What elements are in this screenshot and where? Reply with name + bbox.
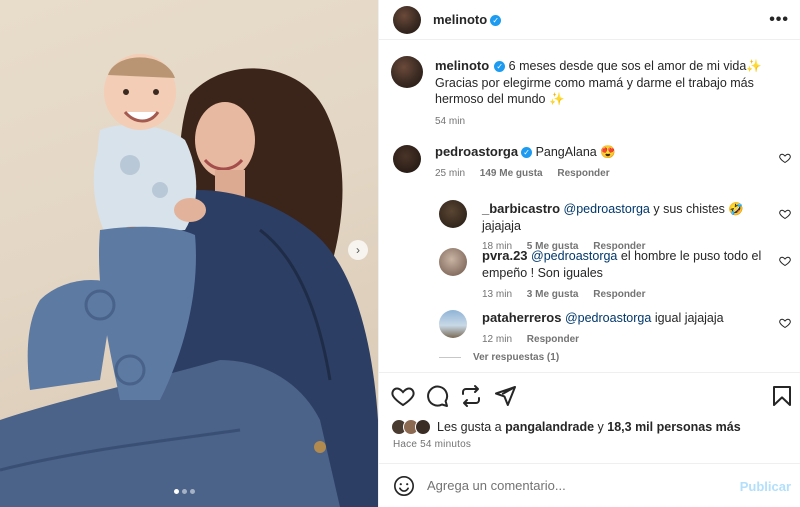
carousel-dot	[190, 489, 195, 494]
reply-avatar[interactable]	[439, 200, 467, 228]
like-comment-heart-icon[interactable]	[779, 255, 791, 267]
verified-icon: ✓	[521, 147, 533, 159]
comment-text: PangAlana	[535, 145, 597, 159]
reply-avatar[interactable]	[439, 310, 467, 338]
caption-text-1: 6 meses desde que sos el amor de mi vida	[508, 59, 747, 73]
replies-divider	[439, 357, 461, 358]
verified-icon: ✓	[490, 15, 502, 27]
like-comment-heart-icon[interactable]	[779, 317, 791, 329]
likes-summary[interactable]: Les gusta a pangalandrade y 18,3 mil per…	[391, 418, 741, 436]
reply-username[interactable]: pataherreros	[482, 310, 561, 325]
view-replies-label: Ver respuestas (1)	[473, 352, 560, 363]
comment-username[interactable]: pedroastorga	[435, 144, 518, 159]
post-timestamp: Hace 54 minutos	[393, 439, 472, 450]
reply-button[interactable]: Responder	[593, 289, 645, 300]
comment-likes[interactable]: 149 Me gusta	[480, 168, 543, 179]
comment-icon[interactable]	[425, 384, 449, 408]
liker-avatars	[391, 418, 435, 436]
reply-time: 12 min	[482, 333, 513, 345]
reply-username[interactable]: _barbicastro	[482, 201, 560, 216]
liker-avatar	[415, 419, 431, 435]
heart-eyes-emoji: 😍	[600, 145, 616, 159]
post-detail-panel: melinoto ✓ ••• melinoto ✓ 6 meses desde qu…	[378, 0, 800, 507]
reply-item: pvra.23 @pedroastorga el hombre le puso …	[482, 248, 767, 304]
heart-icon[interactable]	[391, 384, 415, 408]
reply-time: 13 min	[482, 289, 513, 300]
sparkle-icon: ✨	[746, 59, 762, 73]
caption-time: 54 min	[435, 115, 466, 127]
reply-button[interactable]: Responder	[527, 334, 579, 345]
send-icon[interactable]	[493, 384, 517, 408]
reply-username[interactable]: pvra.23	[482, 248, 528, 263]
liker-username[interactable]: pangalandrade	[505, 420, 594, 434]
author-username[interactable]: melinoto	[433, 12, 487, 27]
author-avatar[interactable]	[393, 6, 421, 34]
comment-item: pedroastorga ✓ PangAlana 😍 25 min 149 Me …	[435, 144, 775, 182]
like-comment-heart-icon[interactable]	[779, 208, 791, 220]
reply-text: igual jajajaja	[654, 311, 724, 325]
like-comment-heart-icon[interactable]	[779, 152, 791, 164]
carousel-dot	[174, 489, 179, 494]
carousel-indicator	[174, 489, 195, 494]
likes-joiner: y	[597, 420, 604, 434]
reply-text: y sus chistes	[653, 202, 725, 216]
caption-author-avatar[interactable]	[391, 56, 423, 88]
likes-prefix: Les gusta a	[437, 420, 502, 434]
carousel-dot	[182, 489, 187, 494]
sparkle-icon: ✨	[548, 92, 565, 106]
chevron-right-icon: ›	[356, 243, 360, 257]
post-photo[interactable]: ›	[0, 0, 378, 507]
laughing-emoji: 🤣	[728, 202, 744, 216]
reply-item: pataherreros @pedroastorga igual jajajaj…	[482, 310, 782, 348]
post-header: melinoto ✓ •••	[379, 0, 800, 40]
caption-username[interactable]: melinoto	[435, 58, 489, 73]
likes-others[interactable]: 18,3 mil personas más	[607, 420, 740, 434]
reply-likes[interactable]: 3 Me gusta	[527, 289, 579, 300]
reply-avatar[interactable]	[439, 248, 467, 276]
comment-avatar[interactable]	[393, 145, 421, 173]
smiley-icon[interactable]	[393, 475, 415, 497]
caption-text-2: Gracias por elegirme como mamá y darme e…	[435, 75, 754, 107]
reply-text-2: jajajaja	[482, 218, 521, 233]
mention-link[interactable]: @pedroastorga	[565, 311, 651, 325]
mention-link[interactable]: @pedroastorga	[531, 249, 617, 263]
comment-composer: Publicar	[379, 463, 800, 507]
post-caption: melinoto ✓ 6 meses desde que sos el amor …	[435, 58, 780, 130]
comment-time: 25 min	[435, 167, 466, 179]
bookmark-icon[interactable]	[770, 384, 794, 408]
action-bar	[379, 372, 800, 418]
carousel-next-button[interactable]: ›	[348, 240, 368, 260]
photo-illustration	[0, 54, 378, 507]
reply-button[interactable]: Responder	[557, 168, 609, 179]
publish-button[interactable]: Publicar	[740, 479, 791, 494]
view-replies-button[interactable]: Ver respuestas (1)	[439, 352, 559, 363]
caption-meta: 54 min	[435, 114, 780, 131]
comment-input[interactable]	[427, 474, 727, 496]
more-horizontal-icon[interactable]: •••	[769, 11, 789, 29]
mention-link[interactable]: @pedroastorga	[564, 202, 650, 216]
verified-icon: ✓	[494, 61, 506, 73]
repost-icon[interactable]	[459, 384, 483, 408]
